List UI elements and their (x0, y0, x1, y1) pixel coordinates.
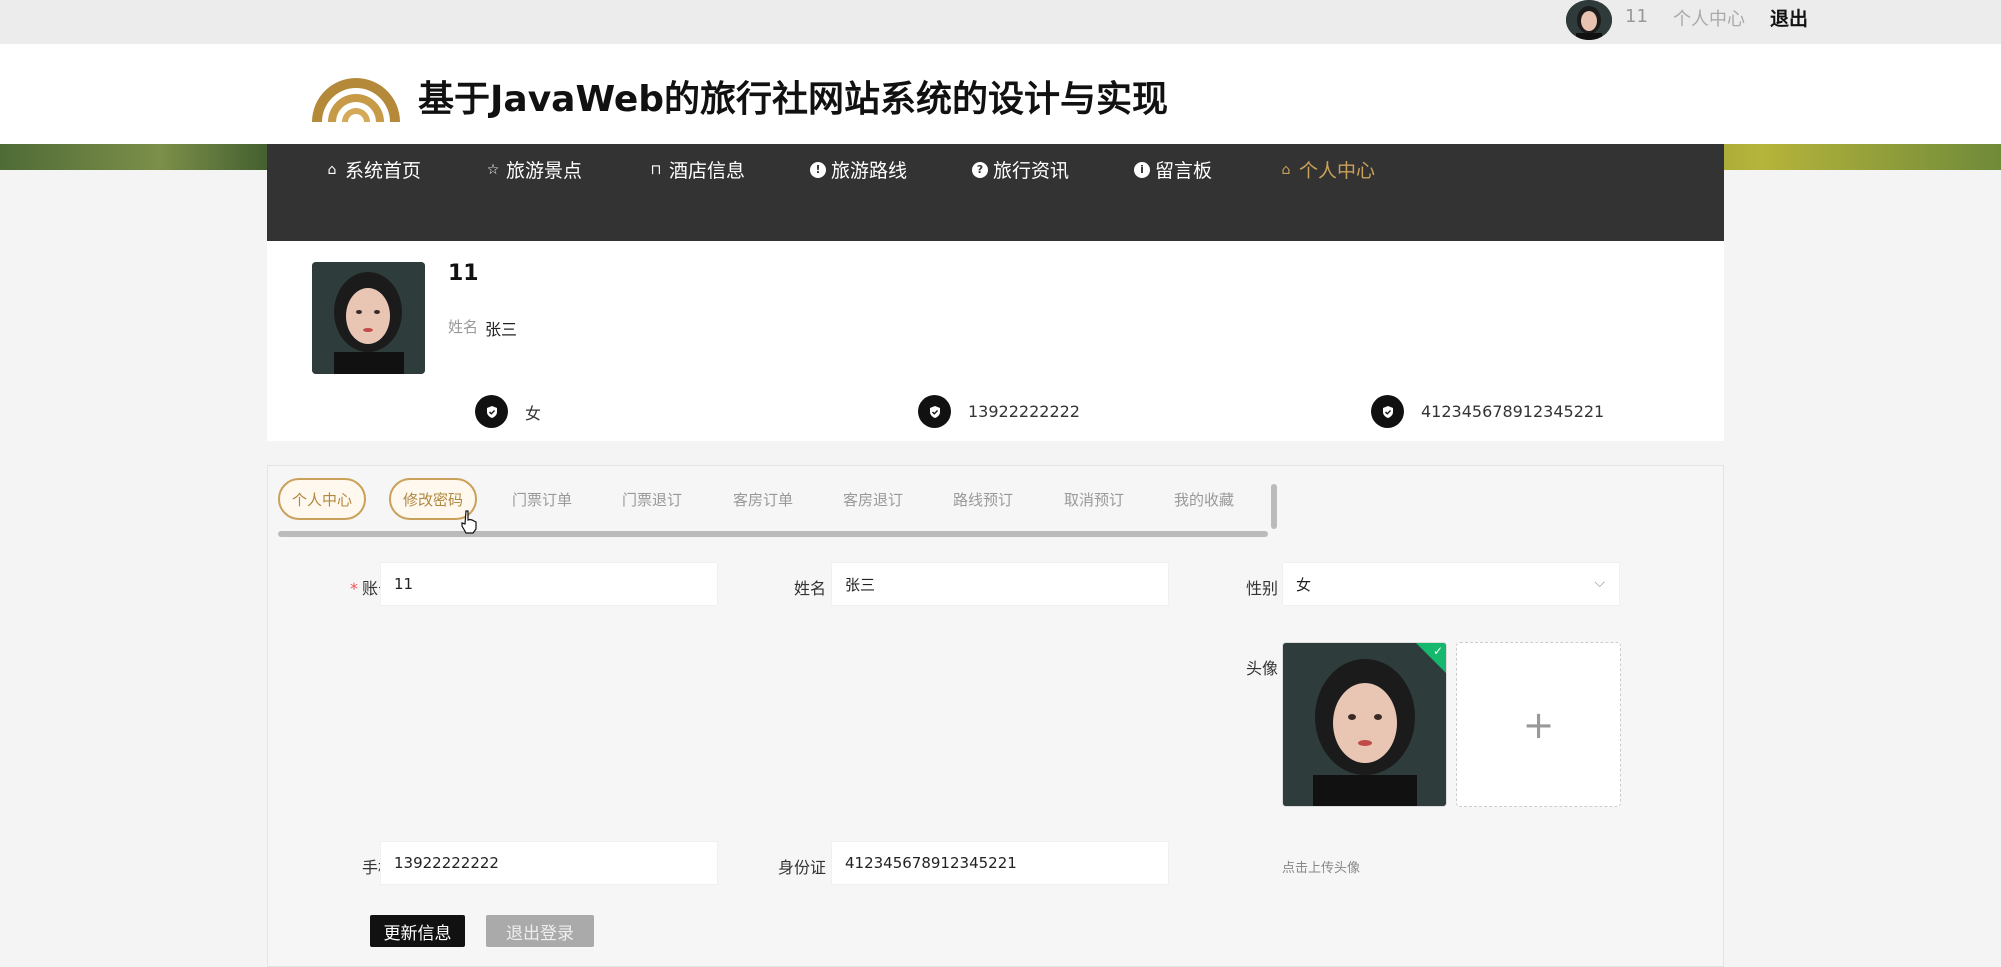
home-icon: ⌂ (1281, 161, 1291, 178)
tab-favorites[interactable]: 我的收藏 (1162, 478, 1246, 520)
profile-id-card: 412345678912345221 (1371, 395, 1604, 428)
profile-avatar (312, 262, 425, 374)
profile-card: 11 姓名 张三 女 13922222222 41234567891234522… (267, 241, 1724, 441)
check-icon: ✓ (1432, 644, 1443, 658)
nav-item-home[interactable]: ⌂ 系统首页 (324, 156, 421, 183)
site-title: 基于JavaWeb的旅行社网站系统的设计与实现 (418, 79, 1169, 120)
plus-icon: + (1522, 702, 1555, 747)
nav-item-label: 旅游路线 (831, 160, 908, 182)
info-icon: i (1134, 161, 1150, 178)
profile-gender: 女 (475, 395, 541, 428)
topbar-logout-link[interactable]: 退出 (1770, 4, 1808, 31)
alert-icon: ! (810, 161, 826, 178)
nav-item-message-board[interactable]: i 留言板 (1134, 156, 1212, 183)
question-icon: ? (972, 161, 988, 178)
nav-item-label: 个人中心 (1299, 160, 1376, 182)
id-card-input[interactable]: 412345678912345221 (831, 841, 1169, 885)
tab-personal-center[interactable]: 个人中心 (278, 478, 367, 520)
gender-field-label: 性别 (1245, 579, 1278, 598)
tab-room-refunds[interactable]: 客房退订 (831, 478, 915, 520)
main-nav: ⌂ 系统首页 ☆ 旅游景点 ⊓ 酒店信息 ! 旅游路线 ? 旅行资讯 i 留言板… (267, 144, 1724, 241)
avatar-field-label: 头像 (1245, 659, 1278, 678)
id-card-field-label: 身份证 (777, 858, 826, 877)
nav-item-label: 旅行资讯 (993, 160, 1070, 182)
profile-gender-value: 女 (525, 403, 542, 423)
logout-button[interactable]: 退出登录 (486, 915, 594, 947)
tab-route-bookings[interactable]: 路线预订 (941, 478, 1025, 520)
star-icon: ☆ (486, 161, 500, 178)
tab-ticket-refunds[interactable]: 门票退订 (610, 478, 694, 520)
tab-room-orders[interactable]: 客房订单 (721, 478, 805, 520)
profile-name-value: 张三 (485, 320, 518, 339)
topbar-username[interactable]: 11 (1625, 6, 1648, 27)
required-marker: * (349, 579, 358, 598)
shield-icon (918, 395, 951, 428)
nav-item-label: 旅游景点 (506, 160, 583, 182)
user-avatar-image (1566, 0, 1612, 40)
avatar-upload-button[interactable]: + (1456, 642, 1621, 807)
site-header: 基于JavaWeb的旅行社网站系统的设计与实现 (0, 44, 2001, 144)
nav-item-news[interactable]: ? 旅行资讯 (972, 156, 1069, 183)
name-field-label: 姓名 (793, 579, 826, 598)
tab-cancel-bookings[interactable]: 取消预订 (1052, 478, 1136, 520)
tabs-horizontal-scrollbar[interactable] (278, 531, 1268, 537)
profile-account: 11 (448, 261, 479, 286)
nav-item-label: 酒店信息 (669, 160, 746, 182)
nav-item-attractions[interactable]: ☆ 旅游景点 (485, 156, 582, 183)
bag-icon: ⊓ (650, 161, 662, 178)
site-logo-icon (312, 78, 400, 122)
tabs-vertical-scrollbar[interactable] (1271, 484, 1277, 529)
avatar-upload-tip: 点击上传头像 (1282, 861, 1361, 876)
topbar-personal-center-link[interactable]: 个人中心 (1673, 5, 1745, 31)
user-avatar[interactable] (1566, 0, 1612, 40)
profile-phone: 13922222222 (918, 395, 1080, 428)
nav-item-routes[interactable]: ! 旅游路线 (810, 156, 907, 183)
tab-ticket-orders[interactable]: 门票订单 (500, 478, 584, 520)
gender-select[interactable]: 女 ⌵ (1282, 562, 1620, 606)
nav-item-label: 留言板 (1155, 160, 1213, 182)
uploaded-avatar-thumbnail[interactable]: ✓ (1282, 642, 1447, 807)
name-input[interactable]: 张三 (831, 562, 1169, 606)
profile-id-card-value: 412345678912345221 (1421, 402, 1605, 421)
account-form-panel: 个人中心 修改密码 门票订单 门票退订 客房订单 客房退订 路线预订 取消预订 … (267, 465, 1724, 967)
phone-input[interactable]: 13922222222 (380, 841, 718, 885)
nav-item-label: 系统首页 (345, 160, 422, 182)
pointer-cursor-icon (461, 510, 477, 534)
shield-icon (475, 395, 508, 428)
shield-icon (1371, 395, 1404, 428)
update-info-button[interactable]: 更新信息 (370, 915, 465, 947)
gender-select-value: 女 (1296, 575, 1312, 594)
chevron-down-icon: ⌵ (1594, 575, 1605, 591)
top-utility-bar: 11 个人中心 退出 (0, 0, 2001, 44)
account-input[interactable]: 11 (380, 562, 718, 606)
nav-item-hotels[interactable]: ⊓ 酒店信息 (648, 156, 745, 183)
profile-name-label: 姓名 (448, 318, 479, 336)
user-tabs: 个人中心 修改密码 门票订单 门票退订 客房订单 客房退订 路线预订 取消预订 … (278, 476, 1277, 537)
nav-item-personal-center[interactable]: ⌂ 个人中心 (1278, 156, 1375, 183)
home-icon: ⌂ (327, 161, 337, 178)
profile-avatar-image (312, 262, 425, 374)
profile-phone-value: 13922222222 (968, 402, 1080, 421)
